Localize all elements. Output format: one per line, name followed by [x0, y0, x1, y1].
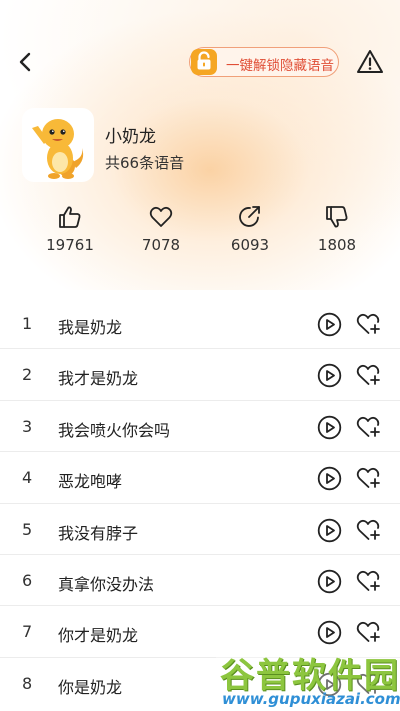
play-icon[interactable] [317, 312, 342, 337]
play-icon[interactable] [317, 363, 342, 388]
voice-list-item[interactable]: 4 恶龙咆哮 [0, 452, 400, 504]
watermark: 谷普软件园 www.gupuxiazai.com [216, 646, 400, 711]
voice-index: 7 [22, 622, 33, 642]
heart-plus-icon[interactable] [355, 414, 381, 440]
play-icon[interactable] [317, 466, 342, 491]
dislike-count: 1808 [317, 236, 357, 254]
voice-count: 共66条语音 [105, 154, 185, 172]
voice-index: 4 [22, 468, 33, 488]
heart-plus-icon[interactable] [355, 362, 381, 388]
play-icon[interactable] [317, 415, 342, 440]
voice-title: 我是奶龙 [58, 318, 123, 337]
voice-list-item[interactable]: 5 我没有脖子 [0, 504, 400, 555]
warning-icon [357, 50, 383, 73]
voice-index: 6 [22, 570, 33, 590]
heart-plus-icon[interactable] [355, 517, 381, 543]
voice-pack-name: 小奶龙 [105, 127, 156, 147]
voice-list-item[interactable]: 6 真拿你没办法 [0, 555, 400, 607]
unlock-label: 一键解锁隐藏语音 [226, 58, 334, 74]
play-icon[interactable] [317, 620, 342, 645]
voice-title: 我没有脖子 [58, 523, 139, 543]
share-count: 6093 [230, 236, 270, 254]
report-button[interactable] [356, 48, 384, 76]
voice-list-item[interactable]: 1 我是奶龙 [0, 298, 400, 350]
voice-index: 2 [22, 365, 33, 385]
unlock-hidden-voices-button[interactable]: 一键解锁隐藏语音 [189, 47, 339, 77]
heart-plus-icon[interactable] [355, 311, 381, 337]
avatar [22, 108, 94, 182]
share-button[interactable]: 6093 [210, 204, 290, 260]
voice-index: 3 [22, 416, 33, 436]
heart-plus-icon[interactable] [355, 465, 381, 491]
like-count: 19761 [46, 236, 94, 254]
voice-title: 你是奶龙 [58, 677, 123, 697]
voice-index: 5 [22, 519, 33, 539]
like-button[interactable]: 19761 [30, 204, 110, 260]
voice-title: 真拿你没办法 [58, 574, 155, 594]
dislike-button[interactable]: 1808 [297, 204, 377, 260]
thumbs-up-icon [59, 206, 81, 228]
thumbs-down-icon [326, 206, 348, 228]
voice-title: 我才是奶龙 [58, 369, 139, 389]
share-icon [239, 206, 260, 227]
favorite-button[interactable]: 7078 [121, 204, 201, 260]
favorite-count: 7078 [141, 236, 181, 254]
heart-plus-icon[interactable] [355, 619, 381, 645]
voice-title: 你才是奶龙 [58, 626, 139, 646]
play-icon[interactable] [317, 518, 342, 543]
heart-icon [149, 206, 173, 227]
watermark-url: www.gupuxiazai.com [222, 690, 400, 708]
voice-title: 我会喷火你会吗 [58, 420, 171, 440]
voice-list-item[interactable]: 2 我才是奶龙 [0, 349, 400, 401]
voice-index: 8 [22, 673, 33, 693]
chevron-left-icon [19, 52, 31, 72]
dragon-mascot-image [32, 119, 84, 179]
back-button[interactable] [12, 48, 40, 76]
lock-icon [191, 49, 217, 75]
heart-plus-icon[interactable] [355, 568, 381, 594]
voice-list-item[interactable]: 3 我会喷火你会吗 [0, 401, 400, 453]
play-icon[interactable] [317, 569, 342, 594]
voice-title: 恶龙咆哮 [58, 472, 123, 492]
voice-index: 1 [22, 314, 33, 333]
